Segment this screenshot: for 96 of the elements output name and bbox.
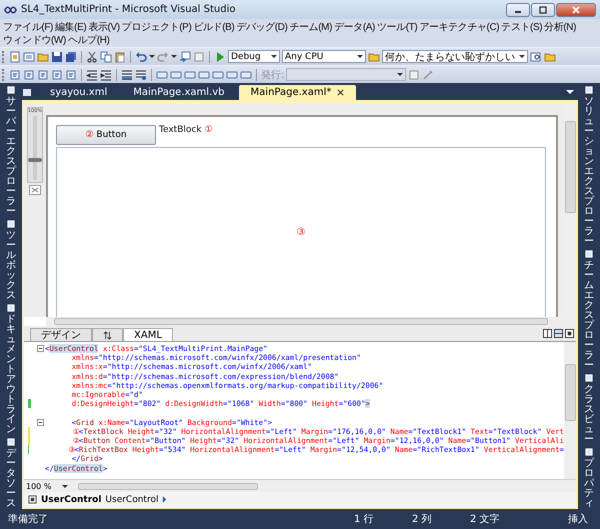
add-item-icon[interactable] [23,50,35,62]
folder-icon[interactable] [368,50,380,62]
decrease-indent-icon[interactable] [86,68,98,80]
menu-item[interactable]: 分析(N) [543,20,578,34]
collapse-icon[interactable] [36,418,44,426]
solution-platform-dropdown[interactable]: Any CPU [282,50,366,63]
menu-item[interactable]: ビルド(B) [192,20,236,34]
start-debugging-icon[interactable] [214,50,226,62]
minimize-button[interactable] [506,2,530,16]
menu-item[interactable]: 表示(V) [87,20,121,34]
breadcrumb-item[interactable]: UserControl [105,494,158,504]
menu-item[interactable]: ヘルプ(H) [66,32,110,46]
number-marker: ① [204,125,213,135]
side-panel-tab[interactable]: ツールボックス [6,231,16,301]
side-panel-tab[interactable]: プロパティ [584,459,594,509]
document-tab[interactable]: MainPage.xaml.vb [121,85,237,100]
fit-to-screen-icon[interactable] [28,185,42,195]
close-icon [571,6,581,14]
menu-item[interactable]: ウィンドウ(W) [2,32,67,46]
element-icon [28,495,37,504]
undo-icon[interactable] [135,50,147,62]
maximize-button[interactable] [531,2,555,16]
document-tab[interactable]: syayou.xml [38,85,120,100]
app-logo-icon [4,6,17,14]
side-panel-tab[interactable]: ドキュメントアウトライン [6,315,16,435]
toolbar-tool-icon[interactable] [51,68,63,80]
split-vertical-icon[interactable] [543,329,552,338]
insert-mode-indicator: 挿入 [568,512,589,526]
status-message: 準備完了 [8,512,48,526]
maximize-icon [538,6,548,14]
horizontal-scrollbar[interactable] [46,317,576,326]
save-icon[interactable] [51,50,63,62]
copy-icon[interactable] [100,50,112,62]
menu-item[interactable]: チーム(M) [288,20,334,34]
menu-item[interactable]: 編集(E) [54,20,88,34]
find-dropdown[interactable]: 何か、たまらない恥ずかしい [382,50,528,63]
panel-icon[interactable] [6,86,16,94]
menu-item[interactable]: ツール(T) [376,20,418,34]
toolbar-tool-icon[interactable] [9,68,21,80]
vertical-scrollbar[interactable] [564,342,576,479]
publish-label: 発行: [261,68,284,82]
comment-icon[interactable] [121,68,133,80]
side-panel-tab[interactable]: クラスビュー [584,385,594,445]
menu-item[interactable]: デバッグ(D) [235,20,288,34]
find-in-files-icon[interactable] [530,50,542,62]
xaml-tab[interactable]: XAML [123,328,173,341]
close-icon[interactable] [337,89,344,96]
side-panel-tab[interactable]: データソース [6,449,16,509]
side-panel-tab[interactable]: チームエクスプローラー [584,261,594,371]
solution-configuration-dropdown[interactable]: Debug [228,50,280,63]
side-panel-tab[interactable]: サーバーエクスプローラー [6,97,16,217]
save-all-icon[interactable] [65,50,77,62]
panel-icon[interactable] [6,304,16,312]
menu-item[interactable]: ファイル(F) [2,20,54,34]
swap-panes-tab[interactable] [92,328,123,341]
chevron-right-icon[interactable] [162,496,168,503]
document-tab[interactable]: MainPage.xaml* [238,85,356,100]
menu-item[interactable]: プロジェクト(P) [120,20,192,34]
change-bar [28,399,31,408]
column-indicator: 2 列 [412,513,433,526]
panel-icon[interactable] [584,250,594,258]
dropdown-arrow-icon[interactable] [149,55,155,58]
design-button[interactable]: ② Button [56,125,156,145]
textblock-label: TextBlock [159,125,202,135]
collapse-icon[interactable] [36,345,44,352]
char-indicator: 2 文字 [470,512,501,526]
uncomment-icon[interactable] [135,68,147,80]
side-panel-tab[interactable]: ソリューションエクスプローラー [584,97,594,247]
dropdown-arrow-icon[interactable] [171,55,177,58]
cut-icon[interactable] [86,50,98,62]
number-marker: ③ [296,227,306,238]
new-project-icon[interactable] [9,50,21,62]
menu-item[interactable]: テスト(S) [500,20,544,34]
window-title: SL4_TextMultiPrint - Microsoft Visual Studio [21,4,236,15]
navigate-icon[interactable] [179,50,191,62]
swap-icon [103,330,112,340]
dropdown-arrow-icon[interactable] [566,88,574,94]
panel-icon[interactable] [584,86,594,94]
menu-item[interactable]: データ(A) [333,20,376,34]
paste-icon[interactable] [114,50,126,62]
menu-item[interactable]: アーキテクチャ(C) [418,20,500,34]
breadcrumb-item[interactable]: UserControl [41,494,102,504]
collapse-pane-icon[interactable] [565,329,574,338]
toolbar-tool-icon[interactable] [37,68,49,80]
panel-icon[interactable] [6,438,16,446]
design-tab[interactable]: デザイン [30,328,92,341]
panel-icon[interactable] [6,220,16,228]
panel-icon[interactable] [584,448,594,456]
panel-icon[interactable] [584,374,594,382]
increase-indent-icon[interactable] [100,68,112,80]
split-horizontal-icon[interactable] [554,329,563,338]
close-button[interactable] [556,2,596,16]
zoom-dropdown[interactable]: 100 % [24,480,70,492]
line-indicator: 1 行 [354,513,375,526]
toolbar-tool-icon[interactable] [65,68,77,80]
toolbar-tool-icon[interactable] [23,68,35,80]
